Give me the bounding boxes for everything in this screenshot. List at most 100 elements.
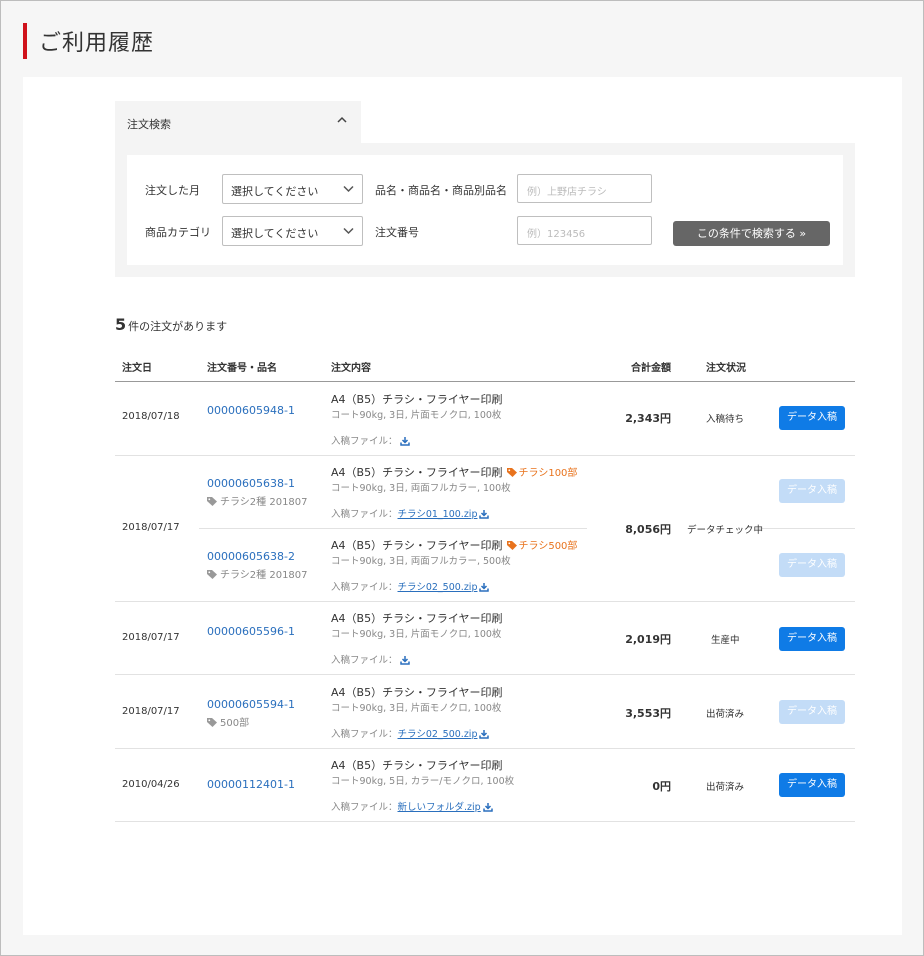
product-name: A4（B5）チラシ・フライヤー印刷 チラシ100部 <box>331 464 577 480</box>
order-number-link[interactable]: 00000605594-1 <box>207 698 295 711</box>
tag-icon <box>207 718 217 727</box>
month-select-value: 選択してください <box>231 185 319 198</box>
upload-file: 入稿ファイル：チラシ02_500.zip <box>331 579 490 593</box>
tag-icon <box>506 541 517 550</box>
result-count: 5 件の注文があります <box>115 315 227 334</box>
data-upload-button[interactable]: データ入稿 <box>779 406 845 430</box>
tag-icon <box>506 468 517 477</box>
order-no-input[interactable]: 例）123456 <box>517 216 652 245</box>
upload-file-label: 入稿ファイル： <box>331 655 398 666</box>
row-divider <box>115 674 855 675</box>
category-select[interactable]: 選択してください <box>222 216 363 246</box>
header-order: 注文番号・品名 <box>207 363 277 374</box>
upload-file-label: 入稿ファイル： <box>331 509 398 520</box>
order-tag-text: チラシ2種 201807 <box>220 497 308 508</box>
order-tag-text: チラシ2種 201807 <box>220 570 308 581</box>
upload-file: 入稿ファイル： <box>331 652 410 666</box>
tag-icon <box>207 497 217 506</box>
upload-file: 入稿ファイル：チラシ02_500.zip <box>331 726 490 740</box>
download-icon[interactable] <box>482 802 493 812</box>
category-select-value: 選択してください <box>231 227 319 240</box>
result-count-number: 5 <box>115 315 127 334</box>
upload-file-link[interactable]: チラシ01_100.zip <box>398 509 478 520</box>
chevron-down-icon <box>343 227 354 235</box>
data-upload-button-disabled[interactable]: データ入稿 <box>779 479 845 503</box>
product-spec: コート90kg, 3日, 片面モノクロ, 100枚 <box>331 629 502 640</box>
product-spec: コート90kg, 3日, 両面フルカラー, 500枚 <box>331 556 511 567</box>
header-status: 注文状況 <box>706 363 746 374</box>
month-select[interactable]: 選択してください <box>222 174 363 204</box>
upload-file-label: 入稿ファイル： <box>331 802 398 813</box>
promo-text: チラシ500部 <box>518 541 578 552</box>
order-number-link[interactable]: 00000605638-2 <box>207 550 295 563</box>
result-count-text: 件の注文があります <box>128 320 228 333</box>
order-tag: チラシ2種 201807 <box>207 493 308 508</box>
order-number-link[interactable]: 00000605596-1 <box>207 625 295 638</box>
order-total: 0円 <box>652 780 671 793</box>
row-divider <box>115 601 855 602</box>
search-toggle-tab[interactable]: 注文検索 <box>115 101 361 143</box>
upload-file: 入稿ファイル： <box>331 433 410 447</box>
category-label: 商品カテゴリ <box>145 226 211 239</box>
search-submit-button[interactable]: この条件で検索する » <box>673 221 830 246</box>
order-date: 2018/07/18 <box>122 411 180 422</box>
download-icon[interactable] <box>479 582 490 592</box>
download-icon[interactable] <box>399 655 410 665</box>
title-accent-bar <box>23 23 27 59</box>
order-date: 2018/07/17 <box>122 522 180 533</box>
data-upload-button[interactable]: データ入稿 <box>779 773 845 797</box>
order-tag-text: 500部 <box>220 718 250 729</box>
product-spec: コート90kg, 3日, 片面モノクロ, 100枚 <box>331 703 502 714</box>
promo-text: チラシ100部 <box>518 468 578 479</box>
order-number-link[interactable]: 00000605948-1 <box>207 404 295 417</box>
upload-file-label: 入稿ファイル： <box>331 729 398 740</box>
page-title: ご利用履歴 <box>39 31 155 56</box>
tag-icon <box>207 570 217 579</box>
chevron-down-icon <box>343 185 354 193</box>
upload-file-link[interactable]: チラシ02_500.zip <box>398 729 478 740</box>
product-spec: コート90kg, 3日, 両面フルカラー, 100枚 <box>331 483 511 494</box>
order-total: 2,019円 <box>625 633 671 646</box>
data-upload-button-disabled[interactable]: データ入稿 <box>779 700 845 724</box>
upload-file-link[interactable]: チラシ02_500.zip <box>398 582 478 593</box>
upload-file: 入稿ファイル：チラシ01_100.zip <box>331 506 490 520</box>
order-number-link[interactable]: 00000605638-1 <box>207 477 295 490</box>
order-tag: チラシ2種 201807 <box>207 566 308 581</box>
product-name: A4（B5）チラシ・フライヤー印刷 <box>331 759 503 772</box>
order-number-link[interactable]: 00000112401-1 <box>207 778 295 791</box>
product-name-text: A4（B5）チラシ・フライヤー印刷 <box>331 539 503 552</box>
order-total: 2,343円 <box>625 412 671 425</box>
order-no-label: 注文番号 <box>375 226 419 239</box>
data-upload-button-disabled[interactable]: データ入稿 <box>779 553 845 577</box>
name-label: 品名・商品名・商品別品名 <box>375 184 507 197</box>
order-status: 出荷済み <box>706 709 745 720</box>
order-status: データチェック中 <box>687 525 764 536</box>
download-icon[interactable] <box>479 729 490 739</box>
header-total: 合計金額 <box>631 363 671 374</box>
order-status: 生産中 <box>711 635 740 646</box>
order-total: 8,056円 <box>625 523 671 536</box>
header-divider <box>115 381 855 382</box>
order-date: 2018/07/17 <box>122 632 180 643</box>
row-divider <box>115 748 855 749</box>
item-divider <box>199 528 587 529</box>
download-icon[interactable] <box>479 509 490 519</box>
content-panel: 注文検索 注文した月 選択してください 品名・商品名・商品別品名 例）上野店チラ… <box>23 77 902 935</box>
download-icon[interactable] <box>399 436 410 446</box>
promo-label: チラシ500部 <box>506 541 578 552</box>
upload-file-link[interactable]: 新しいフォルダ.zip <box>398 802 481 813</box>
product-name: A4（B5）チラシ・フライヤー印刷 チラシ500部 <box>331 537 577 553</box>
chevron-up-icon <box>337 116 347 123</box>
order-total: 3,553円 <box>625 707 671 720</box>
upload-file-label: 入稿ファイル： <box>331 582 398 593</box>
row-divider <box>115 455 855 456</box>
data-upload-button[interactable]: データ入稿 <box>779 627 845 651</box>
upload-file-label: 入稿ファイル： <box>331 436 398 447</box>
product-name: A4（B5）チラシ・フライヤー印刷 <box>331 686 503 699</box>
product-name: A4（B5）チラシ・フライヤー印刷 <box>331 612 503 625</box>
item-divider <box>755 528 855 529</box>
order-status: 入稿待ち <box>706 414 745 425</box>
product-name: A4（B5）チラシ・フライヤー印刷 <box>331 393 503 406</box>
name-input[interactable]: 例）上野店チラシ <box>517 174 652 203</box>
order-tag: 500部 <box>207 714 249 729</box>
